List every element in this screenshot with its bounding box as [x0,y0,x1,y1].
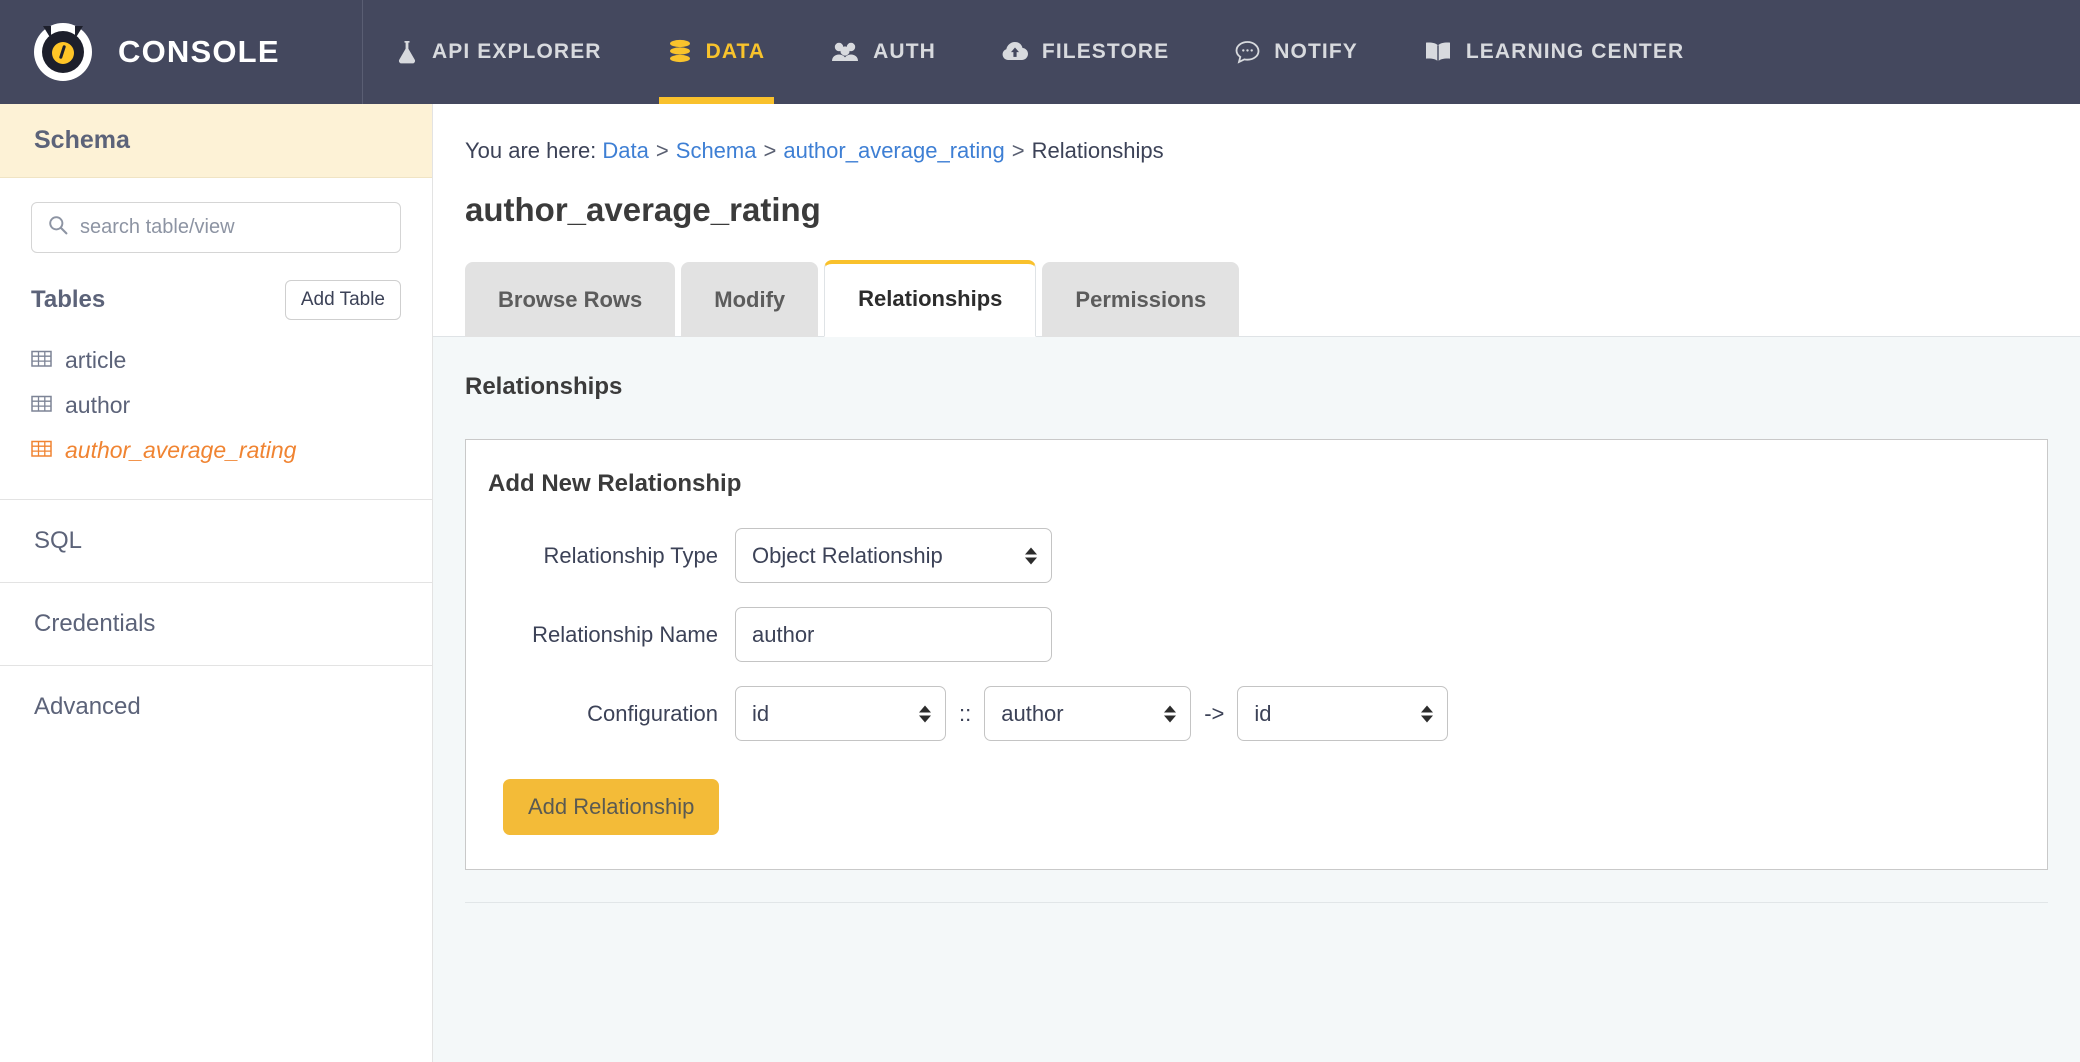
add-new-relationship-panel: Add New Relationship Relationship Type O… [465,439,2048,870]
nav-item-data[interactable]: DATA [635,0,799,104]
tab-modify[interactable]: Modify [681,262,819,337]
relationship-name-row: Relationship Name [488,607,2047,662]
nav-item-filestore[interactable]: FILESTORE [969,0,1202,104]
content-divider [465,902,2048,903]
sidebar-search-wrap [0,178,432,253]
configuration-row: Configuration id :: author -> id [488,686,2047,741]
relationship-type-row: Relationship Type Object Relationship [488,528,2047,583]
sidebar-schema-header: Schema [0,104,432,178]
search-input[interactable] [80,216,384,239]
sidebar-table-label: author [65,392,131,418]
add-table-button[interactable]: Add Table [284,280,401,320]
relationship-type-value: Object Relationship [752,542,943,568]
sidebar-table-author-average-rating[interactable]: author_average_rating [31,428,401,473]
sidebar-item-sql[interactable]: SQL [0,499,432,582]
breadcrumb: You are here: Data > Schema > author_average… [433,104,2080,164]
table-icon [31,437,52,464]
stepper-arrows-icon [1164,705,1177,722]
add-relationship-button[interactable]: Add Relationship [503,779,720,835]
config-source-column-select[interactable]: id [735,686,946,741]
breadcrumb-link-schema[interactable]: Schema [676,138,757,163]
nav-item-label: AUTH [873,40,936,63]
table-tabs: Browse Rows Modify Relationships Permiss… [433,229,2080,337]
breadcrumb-prefix: You are here: [465,138,597,163]
table-icon [31,392,52,419]
nav-item-label: FILESTORE [1041,40,1170,63]
relationship-type-control: Object Relationship [735,528,1052,583]
nav-item-label: NOTIFY [1274,40,1358,63]
sidebar-schema-label: Schema [34,126,130,154]
cloud-upload-icon [1002,41,1028,63]
book-icon [1424,41,1452,63]
relationship-name-label: Relationship Name [532,621,718,647]
panel-title: Add New Relationship [488,470,742,497]
main-content: You are here: Data > Schema > author_average… [433,104,2080,1062]
top-navbar: CONSOLE API EXPLORER DATA AUTH FILESTORE… [0,0,2080,104]
brand-home-link[interactable]: CONSOLE [0,0,363,104]
nav-item-notify[interactable]: NOTIFY [1202,0,1391,104]
sidebar-table-author[interactable]: author [31,383,401,428]
sidebar-table-label: author_average_rating [65,437,297,463]
hasura-owl-logo-icon [34,23,92,81]
tables-header-row: Tables Add Table [0,280,432,320]
config-target-table-select[interactable]: author [984,686,1192,741]
config-source-column-value: id [752,700,770,726]
nav-item-learning-center[interactable]: LEARNING CENTER [1391,0,1717,104]
breadcrumb-link-data[interactable]: Data [602,138,648,163]
database-icon [668,39,692,65]
stepper-arrows-icon [1421,705,1434,722]
sidebar-table-label: article [65,347,127,373]
breadcrumb-separator: > [655,138,669,163]
tab-relationships[interactable]: Relationships [824,260,1037,337]
page-body: Schema Tables Add Table [0,104,2080,1062]
page-title: author_average_rating [465,191,821,228]
sidebar-table-article[interactable]: article [31,338,401,383]
relationship-name-control [735,607,1052,662]
config-target-column-select[interactable]: id [1237,686,1449,741]
breadcrumb-link-table[interactable]: author_average_rating [783,138,1004,163]
tables-label: Tables [31,286,106,313]
brand-label: CONSOLE [118,34,280,69]
nav-item-auth[interactable]: AUTH [798,0,969,104]
tables-list: article author author_average_rating [0,320,432,499]
table-icon [31,347,52,374]
configuration-control: id :: author -> id [735,686,1449,741]
schema-sidebar: Schema Tables Add Table [0,104,433,1062]
sidebar-item-credentials[interactable]: Credentials [0,582,432,665]
nav-item-label: LEARNING CENTER [1465,40,1685,63]
flask-icon [396,40,418,64]
search-table-view-box[interactable] [31,202,401,253]
relationships-section-title: Relationships [465,373,623,400]
sidebar-item-advanced[interactable]: Advanced [0,665,432,748]
breadcrumb-separator: > [763,138,777,163]
nav-item-api-explorer[interactable]: API EXPLORER [363,0,635,104]
nav-item-label: DATA [705,40,766,63]
config-joiner: :: [959,700,972,726]
config-target-column-value: id [1254,700,1272,726]
nav-item-label: API EXPLORER [432,40,602,63]
config-target-table-value: author [1001,700,1064,726]
relationship-type-label: Relationship Type [543,542,719,568]
top-nav-items: API EXPLORER DATA AUTH FILESTORE NOTIFY … [363,0,1717,104]
search-icon [48,215,68,240]
configuration-label: Configuration [587,700,718,726]
breadcrumb-separator: > [1011,138,1025,163]
chat-bubble-icon [1235,40,1260,64]
tab-browse-rows[interactable]: Browse Rows [465,262,676,337]
relationship-name-input[interactable] [735,607,1052,662]
tab-permissions[interactable]: Permissions [1042,262,1240,337]
config-arrow: -> [1204,700,1225,726]
relationships-content: Relationships Add New Relationship Relat… [433,337,2080,1062]
relationship-type-select[interactable]: Object Relationship [735,528,1052,583]
stepper-arrows-icon [919,705,931,722]
users-icon [831,40,859,64]
stepper-arrows-icon [1025,547,1037,564]
breadcrumb-current: Relationships [1031,138,1164,163]
